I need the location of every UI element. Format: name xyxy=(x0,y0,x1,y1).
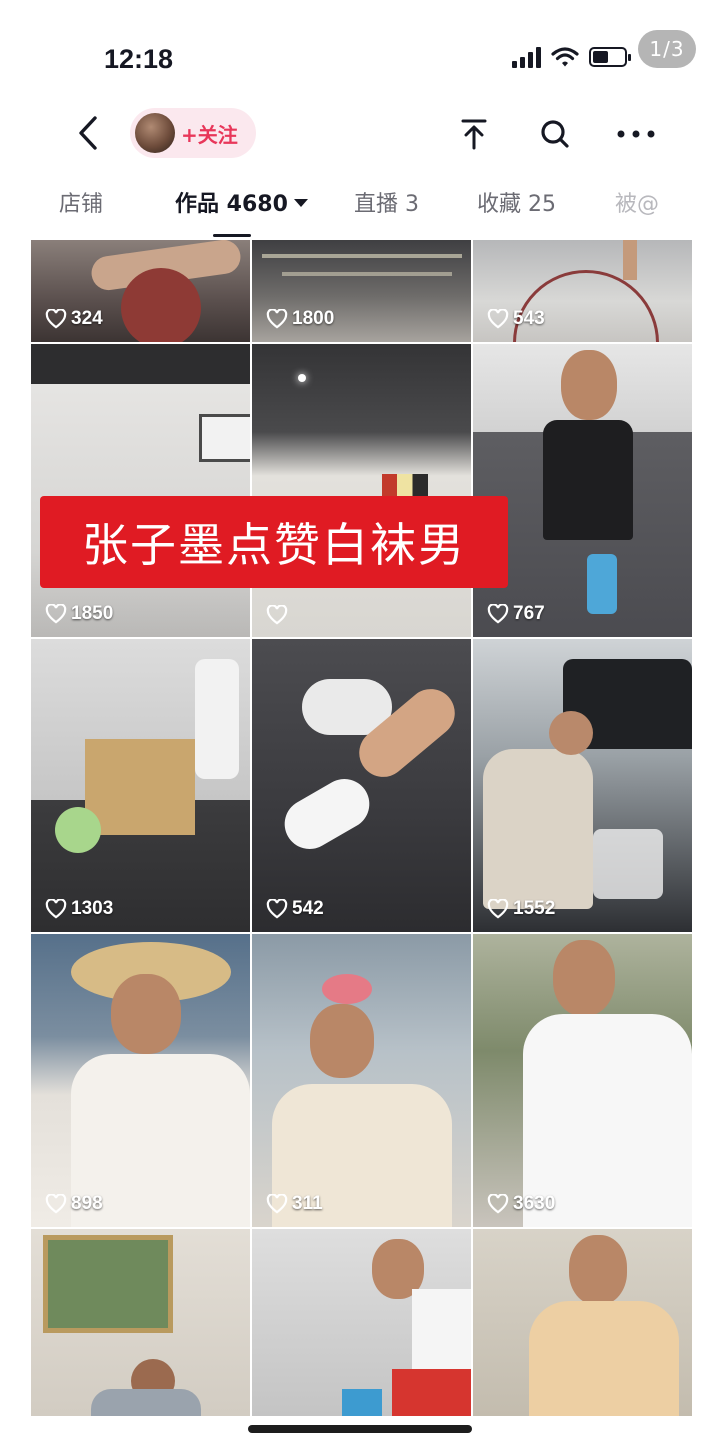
page-indicator: 1/3 xyxy=(638,30,696,68)
status-time: 12:18 xyxy=(104,44,174,74)
tab-works[interactable]: 作品 4680 xyxy=(175,186,308,218)
like-count: 1303 xyxy=(45,898,113,920)
caret-down-icon xyxy=(293,199,308,207)
search-icon xyxy=(541,120,569,148)
like-count: 3630 xyxy=(487,1193,555,1215)
home-indicator[interactable] xyxy=(248,1425,472,1433)
like-count: 1850 xyxy=(45,603,113,625)
heart-icon xyxy=(266,1194,288,1214)
heart-icon xyxy=(45,309,67,329)
tab-shop[interactable]: 店铺 xyxy=(59,186,103,218)
tab-favorites[interactable]: 收藏 25 xyxy=(477,186,556,218)
wifi-icon xyxy=(551,47,579,67)
video-thumbnail[interactable]: 324 xyxy=(31,240,250,342)
tab-mentions[interactable]: 被@ xyxy=(615,186,659,218)
like-count: 324 xyxy=(45,308,103,330)
share-top-button[interactable] xyxy=(452,112,496,156)
heart-icon xyxy=(266,309,288,329)
follow-label: +关注 xyxy=(181,122,238,147)
share-top-icon xyxy=(461,119,487,150)
video-thumbnail[interactable]: 1800 xyxy=(252,240,471,342)
heart-icon xyxy=(487,899,509,919)
video-thumbnail[interactable]: 1552 xyxy=(473,639,692,932)
heart-icon xyxy=(45,899,67,919)
battery-icon xyxy=(589,47,631,67)
like-count: 311 xyxy=(266,1193,323,1215)
status-icons xyxy=(512,46,631,68)
like-count: 543 xyxy=(487,308,545,330)
heart-icon xyxy=(266,605,288,625)
video-thumbnail[interactable]: 1850 xyxy=(31,344,250,637)
tab-live[interactable]: 直播 3 xyxy=(354,186,419,218)
caption-banner: 张子墨点赞白袜男 xyxy=(40,496,508,588)
heart-icon xyxy=(487,604,509,624)
heart-icon xyxy=(45,604,67,624)
tab-works-label: 作品 4680 xyxy=(175,192,288,217)
follow-button[interactable]: +关注 xyxy=(130,108,256,158)
heart-icon xyxy=(266,899,288,919)
heart-icon xyxy=(45,1194,67,1214)
video-thumbnail[interactable] xyxy=(473,1229,692,1416)
video-thumbnail[interactable] xyxy=(31,1229,250,1416)
back-button[interactable] xyxy=(68,110,108,156)
search-button[interactable] xyxy=(533,112,577,156)
like-count: 767 xyxy=(487,603,545,625)
like-count: 1552 xyxy=(487,898,555,920)
video-thumbnail[interactable]: 311 xyxy=(252,934,471,1227)
video-thumbnail[interactable]: 767 xyxy=(473,344,692,637)
more-button[interactable] xyxy=(614,112,658,156)
avatar xyxy=(135,113,175,153)
chevron-left-icon xyxy=(79,116,97,150)
video-thumbnail[interactable]: 898 xyxy=(31,934,250,1227)
more-icon xyxy=(617,130,655,138)
video-thumbnail[interactable] xyxy=(252,1229,471,1416)
video-thumbnail[interactable]: 542 xyxy=(252,639,471,932)
video-thumbnail[interactable] xyxy=(252,344,471,637)
heart-icon xyxy=(487,1194,509,1214)
heart-icon xyxy=(487,309,509,329)
like-count: 542 xyxy=(266,898,324,920)
video-thumbnail[interactable]: 543 xyxy=(473,240,692,342)
like-count xyxy=(266,605,292,625)
like-count: 898 xyxy=(45,1193,103,1215)
tab-active-indicator xyxy=(213,234,251,237)
like-count: 1800 xyxy=(266,308,334,330)
profile-tabs: 店铺 作品 4680 直播 3 收藏 25 被@ xyxy=(0,186,720,232)
video-thumbnail[interactable]: 3630 xyxy=(473,934,692,1227)
video-thumbnail[interactable]: 1303 xyxy=(31,639,250,932)
signal-icon xyxy=(512,46,541,68)
